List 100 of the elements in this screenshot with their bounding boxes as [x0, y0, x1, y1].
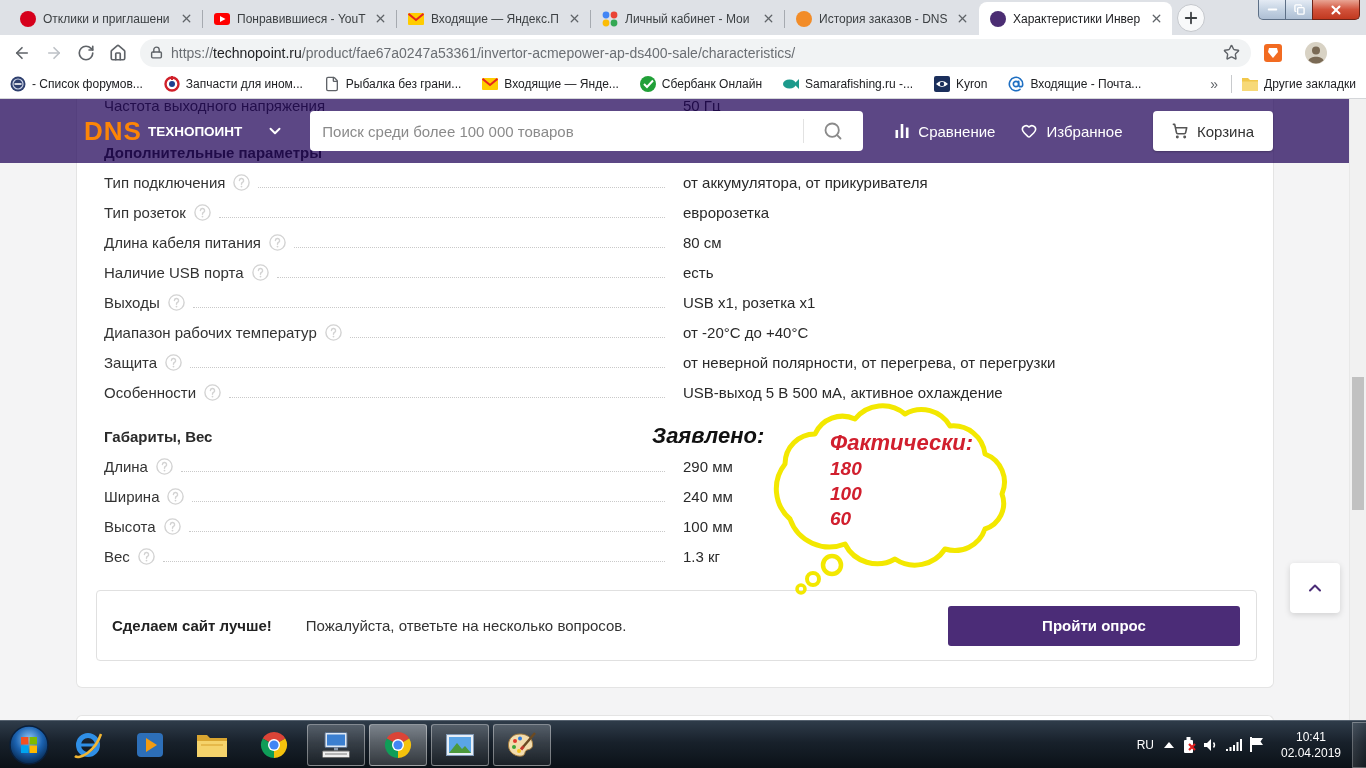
new-tab-button[interactable]: [1177, 3, 1205, 32]
speaker-icon[interactable]: [1204, 737, 1218, 752]
browser-tab[interactable]: История заказов - DNS: [785, 2, 978, 35]
bookmark-folder[interactable]: Другие закладки: [1238, 72, 1360, 96]
heart-icon: [1021, 123, 1038, 139]
cart-icon: [1171, 123, 1188, 139]
declared-label: Заявлено:: [652, 423, 765, 448]
show-desktop-button[interactable]: [1352, 721, 1366, 768]
spec-value: 1.3 кг: [683, 547, 721, 565]
dots-icon: [602, 10, 618, 27]
actual-label: Фактически:: [830, 430, 974, 456]
spec-value: от аккумулятора, от прикуривателя: [683, 173, 928, 191]
envelope-icon: [408, 12, 424, 25]
eye-icon: [934, 76, 951, 92]
browser-tab[interactable]: Характеристики Инвер: [979, 2, 1172, 35]
spec-value: от -20°C до +40°C: [683, 323, 809, 341]
more-bookmarks-button[interactable]: »: [1205, 72, 1224, 96]
restore-icon: [1293, 4, 1305, 15]
spec-label: Частота выходного напряжения: [104, 99, 326, 112]
group-title: Габариты, Вес: [104, 426, 213, 447]
taskbar-button[interactable]: [307, 723, 365, 766]
spec-value: 290 мм: [683, 457, 733, 475]
search-button[interactable]: [803, 111, 864, 151]
bookmark-item[interactable]: Сбербанк Онлайн: [635, 72, 767, 96]
spec-label: Ширина: [104, 487, 160, 505]
avatar-icon[interactable]: [1305, 41, 1327, 64]
close-button[interactable]: [1312, 0, 1360, 20]
taskbar-button[interactable]: [493, 723, 551, 766]
media-player-icon[interactable]: [137, 732, 163, 757]
actual-value: 180: [830, 457, 862, 481]
bookmark-item[interactable]: Kyron: [930, 72, 992, 96]
spec-value: 80 см: [683, 233, 722, 251]
spec-value: 100 мм: [683, 517, 733, 535]
signal-bars-icon[interactable]: [1226, 738, 1242, 751]
clock[interactable]: 10:41 02.04.2019: [1276, 724, 1346, 765]
taskbar-button[interactable]: [369, 723, 427, 766]
logo-wordmark[interactable]: ТЕХНОПОИНТ: [147, 123, 243, 139]
browser-icon[interactable]: [260, 730, 288, 759]
flag-icon[interactable]: [1250, 737, 1264, 752]
cart-button[interactable]: Корзина: [1153, 111, 1273, 151]
spec-value: USB-выход 5 В 500 мА, активное охлаждение: [683, 383, 1003, 401]
folder-icon: [1242, 77, 1259, 91]
bookmark-item[interactable]: Входящие - Почта...: [1004, 72, 1146, 96]
survey-title: Сделаем сайт лучше!: [112, 617, 272, 634]
at-sign-icon: [1008, 76, 1025, 92]
actual-value: 60: [830, 507, 852, 531]
monitor-icon: [322, 731, 350, 758]
scrollbar-track[interactable]: [1349, 99, 1366, 720]
minimize-button[interactable]: [1258, 0, 1286, 20]
spec-label: Тип розеток: [104, 203, 186, 221]
browser-tab[interactable]: Понравившиеся - YouT: [203, 2, 396, 35]
survey-button[interactable]: Пройти опрос: [948, 605, 1240, 646]
play-icon: [214, 12, 230, 25]
folder-icon[interactable]: [197, 732, 227, 757]
favorites-link[interactable]: Избранное: [1021, 122, 1123, 140]
spec-value: от неверной полярности, от перегрева, от перегрузки: [683, 353, 1056, 371]
close-icon[interactable]: [956, 12, 969, 25]
fish-icon: [783, 78, 800, 90]
bookmark-star-icon[interactable]: [1223, 44, 1240, 61]
bookmark-item[interactable]: Samarafishing.ru -...: [779, 72, 918, 96]
taskbar-button[interactable]: [431, 723, 489, 766]
reload-icon: [77, 43, 95, 62]
browser-tab[interactable]: Отклики и приглашени: [9, 2, 202, 35]
spec-label: Выходы: [104, 293, 160, 311]
disc-icon: [10, 76, 26, 92]
search-field[interactable]: Поиск среди более 100 000 товаров: [310, 111, 804, 151]
spec-label: Наличие USB порта: [104, 263, 244, 281]
restore-button[interactable]: [1285, 0, 1313, 20]
spec-label: Длина: [104, 457, 148, 475]
extension-icon[interactable]: [1264, 43, 1282, 62]
bookmark-item[interactable]: - Список форумов...: [6, 72, 147, 96]
scrollbar-thumb[interactable]: [1352, 377, 1364, 510]
battery-icon[interactable]: [1182, 736, 1196, 753]
bookmark-item[interactable]: Рыбалка без грани...: [319, 72, 466, 96]
browser-icon: [384, 730, 412, 759]
browser-tab[interactable]: Личный кабинет - Мои: [591, 2, 784, 35]
spec-value: есть: [683, 263, 714, 281]
spec-label: Длина кабеля питания: [104, 233, 261, 251]
bookmark-item[interactable]: Входящие — Янде...: [478, 72, 623, 96]
bar-chart-icon: [895, 124, 910, 138]
picture-icon: [446, 733, 474, 756]
address-bar[interactable]: https://technopoint.ru/product/fae67a0247a53361/invertor-acmepower-ap-ds400-sale/characteristics/: [140, 38, 1251, 67]
lock-icon: [150, 46, 163, 59]
close-icon[interactable]: [568, 12, 581, 25]
search-icon: [823, 121, 844, 141]
compare-link[interactable]: Сравнение: [895, 122, 996, 140]
bookmark-item[interactable]: Запчасти для ином...: [159, 72, 307, 96]
close-icon[interactable]: [1150, 12, 1163, 25]
envelope-icon: [482, 78, 499, 90]
spec-label: Защита: [104, 353, 158, 371]
triangle-up-icon[interactable]: [1164, 741, 1174, 748]
home-icon: [109, 43, 127, 62]
language-indicator[interactable]: RU: [1136, 737, 1154, 752]
close-icon[interactable]: [180, 12, 193, 25]
orb-logo-icon: [8, 724, 49, 765]
close-icon[interactable]: [374, 12, 387, 25]
browser-tab[interactable]: Входящие — Яндекс.П: [397, 2, 590, 35]
close-icon[interactable]: [762, 12, 775, 25]
spec-label: Тип подключения: [104, 173, 226, 191]
page-icon: [323, 76, 340, 92]
